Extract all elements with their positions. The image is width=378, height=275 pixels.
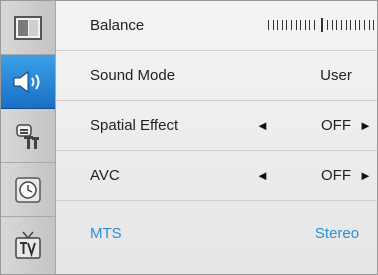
balance-tick [341, 20, 342, 30]
menu-row-sound-mode[interactable]: Sound Mode User [56, 51, 377, 101]
balance-tick [359, 20, 361, 30]
balance-tick [300, 20, 302, 30]
balance-tick [291, 20, 292, 30]
sound-mode-label: Sound Mode [90, 67, 176, 84]
balance-tick [327, 20, 329, 30]
balance-tick [368, 20, 370, 30]
balance-tick [295, 20, 297, 30]
tab-picture[interactable] [1, 1, 55, 55]
osd-menu: Balance Sound Mode User Spatial Effect ◄… [0, 0, 378, 275]
balance-marker [320, 18, 323, 32]
spatial-effect-value: OFF [321, 117, 351, 134]
balance-tick [304, 20, 306, 30]
balance-tick [309, 20, 311, 30]
left-arrow-icon[interactable]: ◄ [256, 168, 269, 183]
clock-icon [13, 175, 43, 205]
balance-tick [354, 20, 356, 30]
avc-value: OFF [321, 167, 351, 184]
avc-label: AVC [90, 167, 120, 184]
mts-value: Stereo [314, 225, 360, 242]
balance-slider[interactable] [268, 18, 374, 32]
sound-mode-value: User [320, 67, 352, 84]
tab-time[interactable] [1, 163, 55, 217]
balance-tick [331, 20, 333, 30]
mts-label: MTS [90, 225, 122, 242]
tab-setup[interactable] [1, 109, 55, 163]
balance-tick [350, 20, 352, 30]
balance-tick [373, 20, 374, 30]
picture-icon [13, 15, 43, 41]
tab-sound[interactable] [1, 55, 55, 109]
tv-icon [13, 230, 43, 262]
left-arrow-icon[interactable]: ◄ [256, 118, 269, 133]
balance-tick [314, 20, 315, 30]
balance-tick [277, 20, 279, 30]
sidebar [1, 1, 56, 274]
balance-tick [336, 20, 338, 30]
menu-row-spatial-effect[interactable]: Spatial Effect ◄ OFF ► [56, 101, 377, 151]
spatial-effect-label: Spatial Effect [90, 117, 179, 134]
balance-tick [345, 20, 347, 30]
right-arrow-icon[interactable]: ► [359, 168, 372, 183]
menu-row-avc[interactable]: AVC ◄ OFF ► [56, 151, 377, 201]
menu-row-balance[interactable]: Balance [56, 1, 377, 51]
speaker-icon [11, 69, 45, 95]
menu-row-mts[interactable]: MTS Stereo [56, 201, 377, 274]
tab-tv[interactable] [1, 217, 55, 274]
tools-icon [12, 120, 44, 152]
balance-tick [364, 20, 365, 30]
balance-tick [272, 20, 274, 30]
balance-tick [286, 20, 288, 30]
balance-tick [281, 20, 283, 30]
right-arrow-icon[interactable]: ► [359, 118, 372, 133]
balance-label: Balance [90, 17, 145, 34]
balance-tick [268, 20, 269, 30]
